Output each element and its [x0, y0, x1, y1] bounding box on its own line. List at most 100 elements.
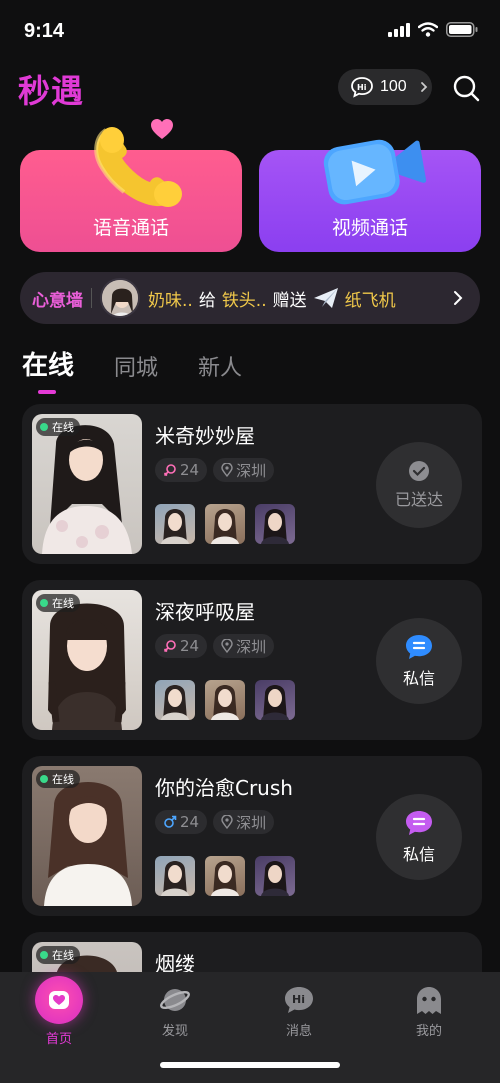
tab-online-label: 在线 [22, 351, 75, 381]
gender-age-tag: 24 [155, 634, 208, 658]
online-dot [40, 951, 48, 959]
thumbnail-image [261, 509, 289, 544]
online-dot [40, 775, 48, 783]
photo-thumbnail[interactable] [205, 856, 245, 896]
thumbnail-image [261, 861, 289, 896]
location-tag: 深圳 [213, 810, 275, 834]
nav-home-label: 首页 [45, 1032, 72, 1047]
voice-call-label: 语音通话 [92, 217, 169, 239]
status-icons [388, 22, 478, 37]
wish-wall-banner[interactable]: 心意墙 奶味.. 给 铁头.. 赠送 纸飞机 [20, 272, 480, 324]
chat-bubble-icon [406, 811, 432, 835]
photo-thumbnail[interactable] [205, 680, 245, 720]
gender-age-tag: 24 [155, 810, 208, 834]
status-time: 9:14 [24, 20, 65, 42]
coin-balance-pill[interactable]: Hi 100 [338, 69, 432, 105]
planet-icon [159, 984, 191, 1016]
tab-new[interactable]: 新人 [198, 350, 242, 382]
nav-messages-label: 消息 [285, 1024, 312, 1039]
photo-thumbnail[interactable] [155, 856, 195, 896]
user-tags: 24 深圳 [155, 810, 275, 834]
search-icon[interactable] [452, 74, 480, 102]
thumbnail-image [211, 685, 239, 720]
signal-icon [388, 22, 410, 37]
female-icon [163, 640, 176, 653]
thumbnail-image [211, 509, 239, 544]
wish-action: 赠送 [272, 290, 307, 311]
battery-icon [446, 22, 478, 37]
paper-plane-icon [313, 288, 338, 308]
divider [91, 288, 92, 308]
user-card[interactable]: 在线 深夜呼吸屋 24 深圳 私信 [22, 580, 482, 740]
online-dot [40, 599, 48, 607]
heart-home-icon [35, 976, 83, 1024]
hi-bubble-icon: Hi [351, 77, 373, 98]
chevron-right-icon [420, 82, 427, 92]
svg-text:Hi: Hi [357, 83, 367, 92]
nav-profile[interactable]: 我的 [394, 984, 464, 1039]
nav-messages[interactable]: Hi 消息 [264, 984, 334, 1039]
photo-thumbnail[interactable] [205, 504, 245, 544]
status-bar: 9:14 [0, 0, 500, 60]
photo-thumbnail[interactable] [255, 856, 295, 896]
sent-label: 已送达 [394, 490, 443, 509]
photo-thumbnails [155, 856, 295, 896]
online-label: 在线 [52, 773, 74, 786]
user-photo[interactable]: 在线 [32, 766, 142, 906]
user-photo[interactable]: 在线 [32, 590, 142, 730]
location-pin-icon [221, 463, 233, 477]
user-name: 米奇妙妙屋 [155, 424, 255, 448]
chevron-right-icon [454, 291, 463, 305]
tab-online[interactable]: 在线 [22, 345, 75, 394]
photo-thumbnails [155, 680, 295, 720]
user-tags: 24 深圳 [155, 634, 275, 658]
tab-active-indicator [38, 390, 56, 394]
female-icon [163, 464, 176, 477]
nav-profile-label: 我的 [415, 1024, 442, 1039]
online-label: 在线 [52, 949, 74, 962]
user-name: 深夜呼吸屋 [155, 600, 255, 624]
app-header: 秒遇 Hi 100 [0, 62, 500, 114]
photo-thumbnail[interactable] [255, 504, 295, 544]
wish-verb: 给 [198, 290, 216, 311]
nav-discover[interactable]: 发现 [140, 984, 210, 1039]
photo-thumbnail[interactable] [155, 504, 195, 544]
message-label: 私信 [402, 845, 435, 864]
wish-sender: 奶味.. [148, 290, 193, 311]
nav-home[interactable]: 首页 [24, 976, 94, 1047]
message-button[interactable]: 私信 [376, 618, 462, 704]
avatar-portrait-icon [102, 280, 138, 316]
online-badge: 在线 [36, 946, 80, 964]
wish-gift: 纸飞机 [344, 290, 396, 311]
user-photo[interactable]: 在线 [32, 414, 142, 554]
male-icon [164, 815, 177, 828]
photo-thumbnails [155, 504, 295, 544]
wish-wall-title: 心意墙 [32, 290, 83, 311]
home-indicator[interactable] [160, 1062, 340, 1068]
check-circle-icon [409, 461, 429, 481]
user-card[interactable]: 在线 米奇妙妙屋 24 深圳 已送达 [22, 404, 482, 564]
online-label: 在线 [52, 597, 74, 610]
heart-icon [151, 119, 173, 139]
user-city: 深圳 [236, 637, 267, 656]
user-tags: 24 深圳 [155, 458, 275, 482]
chat-bubble-icon [406, 635, 432, 659]
online-badge: 在线 [36, 418, 80, 436]
photo-thumbnail[interactable] [155, 680, 195, 720]
user-card[interactable]: 在线 你的治愈Crush 24 深圳 私信 [22, 756, 482, 916]
tab-local[interactable]: 同城 [114, 350, 158, 382]
gender-age-tag: 24 [155, 458, 208, 482]
message-button[interactable]: 私信 [376, 794, 462, 880]
hi-chat-icon: Hi [283, 984, 315, 1016]
sent-button[interactable]: 已送达 [376, 442, 462, 528]
photo-thumbnail[interactable] [255, 680, 295, 720]
svg-text:Hi: Hi [292, 993, 305, 1006]
user-name: 你的治愈Crush [155, 776, 293, 800]
thumbnail-image [261, 685, 289, 720]
coin-count: 100 [380, 78, 407, 95]
user-age: 24 [180, 813, 200, 831]
nav-discover-label: 发现 [161, 1024, 188, 1039]
online-badge: 在线 [36, 594, 80, 612]
thumbnail-image [161, 861, 189, 896]
wish-receiver: 铁头.. [221, 290, 267, 311]
